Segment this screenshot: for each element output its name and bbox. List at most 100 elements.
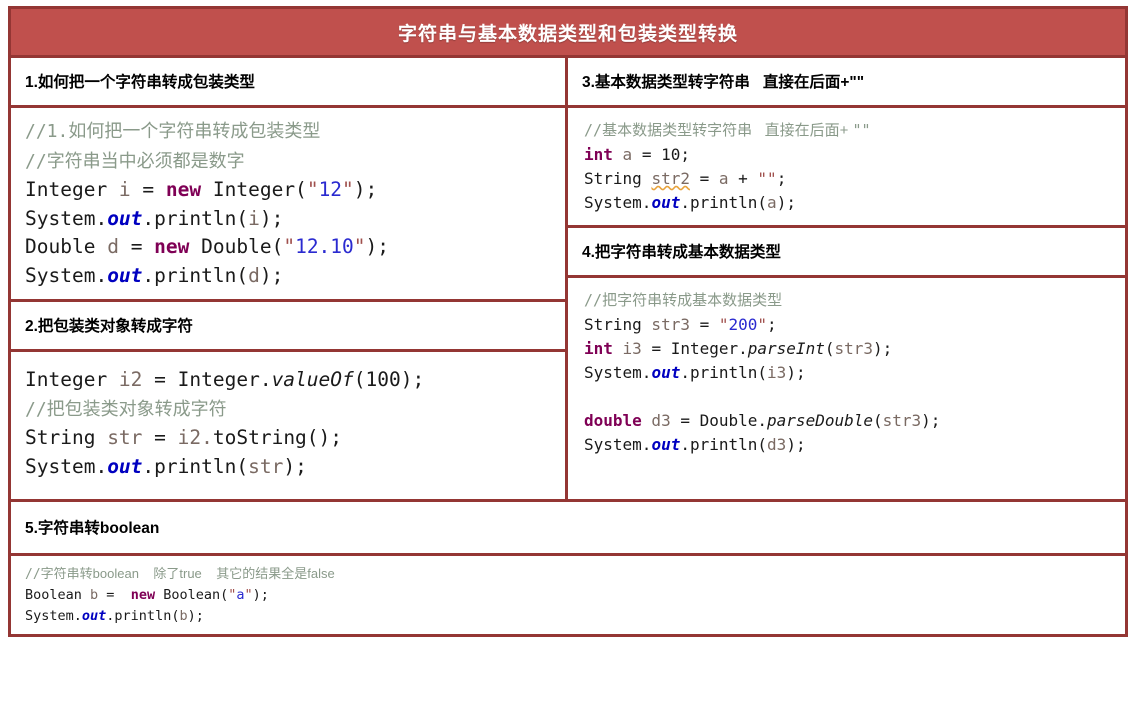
punctuation-token: );: [259, 263, 284, 287]
code-line: Double d = new Double("12.10");: [25, 233, 565, 262]
quote-token: ": [283, 235, 296, 258]
variable-token: d: [95, 235, 131, 258]
keyword-token: new: [130, 587, 156, 603]
field-token: out: [651, 193, 681, 212]
variable-token: b: [81, 587, 107, 603]
operator-token: =: [142, 178, 166, 201]
variable-token: str: [248, 454, 284, 478]
comment-text: 字符串转boolean: [40, 566, 139, 581]
punctuation-token: );: [873, 339, 893, 358]
constructor-token: Double(: [189, 235, 284, 258]
code-line: Integer i = new Integer("12");: [25, 176, 565, 205]
type-token: String: [584, 169, 642, 188]
code-line: double d3 = Double.parseDouble(str3);: [584, 409, 1125, 433]
content-frame: 字符串与基本数据类型和包装类型转换 1.如何把一个字符串转成包装类型 //1.如…: [8, 6, 1128, 637]
variable-token-warned: str2: [651, 169, 690, 188]
variable-token: d3: [767, 435, 787, 454]
code-block-3: //基本数据类型转字符串 直接在后面+ "" int a = 10; Strin…: [568, 108, 1125, 228]
type-token: Integer: [25, 178, 108, 201]
right-column: 3.基本数据类型转字符串 直接在后面+"" //基本数据类型转字符串 直接在后面…: [568, 58, 1125, 499]
section-5-row: 5.字符串转boolean //字符串转boolean 除了true 其它的结果…: [11, 499, 1125, 634]
section-header-5: 5.字符串转boolean: [11, 502, 1125, 556]
code-line: String str3 = "200";: [584, 313, 1125, 337]
type-token: System.: [584, 435, 652, 454]
field-token: out: [651, 435, 681, 454]
comment-marker: //: [584, 121, 603, 139]
section-header-1: 1.如何把一个字符串转成包装类型: [11, 58, 565, 108]
variable-token: str: [95, 426, 155, 449]
variable-token: str3: [641, 315, 700, 334]
field-token: out: [651, 363, 681, 382]
code-line: System.out.println(i);: [25, 205, 565, 234]
two-column-body: 1.如何把一个字符串转成包装类型 //1.如何把一个字符串转成包装类型 //字符…: [11, 58, 1125, 499]
operator-token: =: [130, 235, 155, 258]
code-line: //字符串当中必须都是数字: [25, 147, 565, 177]
type-token: System.: [25, 608, 82, 624]
method-token: .println(: [680, 193, 768, 212]
page-title: 字符串与基本数据类型和包装类型转换: [397, 23, 738, 45]
section-header-2: 2.把包装类对象转成字符: [11, 302, 565, 352]
variable-token: a: [767, 193, 777, 212]
operator-token: =: [689, 169, 719, 188]
code-line: System.out.println(b);: [25, 606, 1125, 627]
type-token: String: [25, 426, 96, 449]
punctuation-token: ;: [776, 169, 787, 188]
punctuation-token: ;: [767, 315, 777, 334]
code-line: System.out.println(d3);: [584, 433, 1125, 457]
class-token: Integer.: [177, 368, 272, 391]
code-block-2: Integer i2 = Integer.valueOf(100); //把包装…: [11, 352, 565, 499]
string-token: a: [236, 587, 245, 603]
section-3-heading: 3.基本数据类型转字符串 直接在后面+"": [582, 74, 865, 91]
variable-token: b: [179, 608, 188, 624]
type-token: System.: [25, 454, 108, 478]
field-token: out: [107, 263, 143, 287]
type-token: System.: [584, 363, 652, 382]
slide-canvas: 字符串与基本数据类型和包装类型转换 1.如何把一个字符串转成包装类型 //1.如…: [0, 0, 1136, 705]
comment-marker: //: [584, 291, 603, 309]
method-token: .println(: [142, 206, 249, 230]
method-token: valueOf: [271, 368, 354, 391]
variable-token: i3: [612, 339, 652, 358]
code-line: int i3 = Integer.parseInt(str3);: [584, 337, 1125, 361]
punctuation-token: );: [353, 178, 378, 201]
left-column: 1.如何把一个字符串转成包装类型 //1.如何把一个字符串转成包装类型 //字符…: [11, 58, 568, 499]
method-token: parseDouble: [767, 411, 873, 430]
keyword-token: new: [154, 235, 190, 258]
section-1-heading: 1.如何把一个字符串转成包装类型: [25, 74, 255, 91]
section-header-3: 3.基本数据类型转字符串 直接在后面+"": [568, 58, 1125, 108]
comment-marker: //: [25, 567, 41, 582]
comment-text: 字符串当中必须都是数字: [46, 150, 245, 171]
section-5-heading: 5.字符串转boolean: [25, 520, 160, 537]
variable-token: i2.: [177, 426, 213, 449]
type-token: System.: [584, 193, 652, 212]
punctuation-token: );: [365, 235, 390, 258]
class-token: Double.: [699, 411, 768, 430]
type-token: System.: [25, 263, 108, 287]
constructor-token: Integer(: [201, 178, 307, 201]
operator-token: +: [728, 169, 758, 188]
variable-token: d3: [641, 411, 681, 430]
punctuation-token: ();: [306, 426, 343, 449]
code-line: String str2 = a + "";: [584, 167, 1125, 191]
comment-marker: //: [25, 150, 47, 172]
comment-quotes: "": [852, 121, 871, 139]
variable-token: i: [107, 178, 143, 201]
variable-token: a: [612, 145, 642, 164]
comment-text: 除了true: [138, 566, 202, 581]
string-token: 12: [318, 178, 343, 201]
quote-token: ": [718, 315, 729, 334]
method-token: .println(: [142, 263, 249, 287]
code-line: System.out.println(a);: [584, 191, 1125, 215]
variable-token: i: [248, 206, 260, 230]
punctuation-token: );: [400, 368, 425, 391]
method-token: .println(: [142, 454, 249, 478]
comment-text: 基本数据类型转字符串 直接在后面+: [602, 122, 853, 139]
keyword-token: new: [165, 178, 202, 201]
code-block-1: //1.如何把一个字符串转成包装类型 //字符串当中必须都是数字 Integer…: [11, 108, 565, 302]
code-line: Integer i2 = Integer.valueOf(100);: [25, 366, 565, 395]
comment-text: 如何把一个字符串转成包装类型: [68, 121, 321, 141]
variable-token: i2: [107, 368, 155, 391]
punctuation-token: );: [921, 411, 941, 430]
code-line: Boolean b = new Boolean("a");: [25, 585, 1125, 606]
